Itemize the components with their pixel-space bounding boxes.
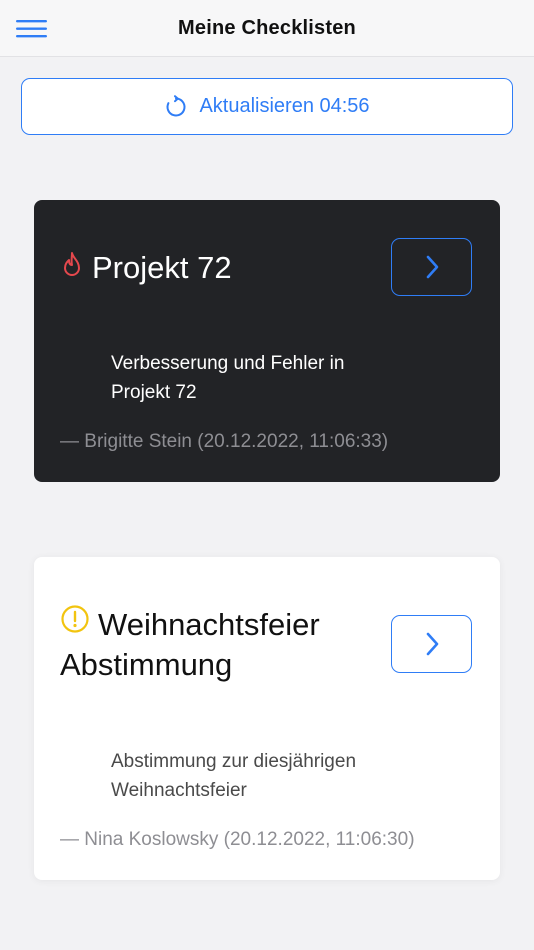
checklist-author: — Nina Koslowsky (20.12.2022, 11:06:30) [60, 829, 415, 850]
checklist-title-text: Weihnachtsfeier Abstimmung [60, 607, 320, 682]
checklist-description: Abstimmung zur diesjährigen Weihnachtsfe… [111, 751, 357, 801]
refresh-label: Aktualisieren 04:56 [199, 95, 370, 117]
checklist-description: Verbesserung und Fehler in Projekt 72 [111, 353, 345, 403]
checklist-title: Weihnachtsfeier Abstimmung [60, 605, 360, 685]
flame-icon [60, 250, 84, 282]
checklist-title: Projekt 72 [60, 248, 360, 288]
chevron-right-icon [426, 632, 438, 656]
refresh-button[interactable]: Aktualisieren 04:56 [21, 78, 513, 135]
checklist-card[interactable]: Projekt 72 Verbesserung und Fehler in Pr… [34, 200, 500, 482]
refresh-icon [164, 94, 188, 119]
open-checklist-button[interactable] [391, 238, 472, 296]
checklist-title-text: Projekt 72 [92, 250, 232, 285]
navigation-bar: Meine Checklisten [0, 0, 534, 57]
chevron-right-icon [426, 255, 438, 279]
page-title: Meine Checklisten [178, 17, 356, 39]
checklist-author: — Brigitte Stein (20.12.2022, 11:06:33) [60, 431, 389, 452]
checklist-card[interactable]: Weihnachtsfeier Abstimmung Abstimmung zu… [34, 557, 500, 880]
warning-circle-icon [60, 604, 90, 634]
open-checklist-button[interactable] [391, 615, 472, 673]
